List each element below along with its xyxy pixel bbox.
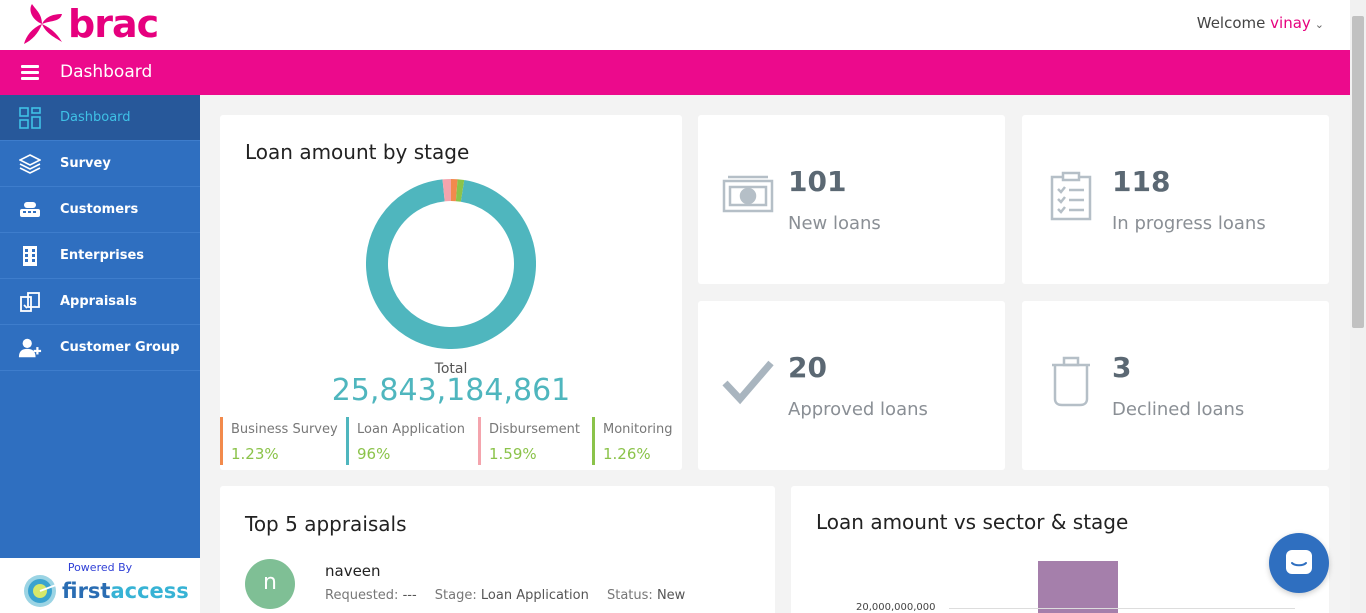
stat-card-new-loans[interactable]: 101 New loans (698, 115, 1005, 284)
stat-number: 3 (1112, 351, 1132, 384)
trash-icon (1050, 355, 1092, 411)
requested-label: Requested: (325, 588, 399, 603)
chat-icon (1286, 550, 1312, 574)
page-title: Dashboard (60, 62, 153, 82)
sidebar: Dashboard Survey Customers Enterprises A… (0, 95, 200, 558)
legend-value: 1.23% (231, 445, 279, 463)
user-menu[interactable]: Welcome vinay ⌄ (1197, 14, 1324, 32)
legend-business-survey: Business Survey 1.23% (220, 417, 338, 465)
stat-number: 20 (788, 351, 827, 384)
page-scrollbar[interactable] (1350, 0, 1366, 613)
appraisals-icon (18, 290, 42, 314)
customers-icon (18, 198, 42, 222)
stat-number: 101 (788, 165, 847, 198)
grid-icon (18, 106, 42, 130)
wordmark-first: first (62, 579, 111, 603)
chart-bar[interactable] (1038, 561, 1118, 613)
pinwheel-icon (24, 4, 62, 44)
welcome-text: Welcome (1196, 14, 1266, 32)
total-value: 25,843,184,861 (331, 373, 571, 408)
legend-name: Disbursement (489, 422, 580, 437)
sidebar-item-label: Survey (60, 156, 111, 171)
username: vinay (1270, 14, 1311, 32)
sidebar-item-label: Enterprises (60, 248, 145, 263)
donut-slice-loan-application[interactable] (366, 179, 536, 349)
legend-loan-application: Loan Application 96% (346, 417, 465, 465)
powered-by: Powered By firstaccess (0, 558, 200, 613)
page-header: Dashboard (0, 50, 1350, 95)
status-value: New (656, 588, 686, 603)
loan-by-stage-card: Loan amount by stage Total 25,843,184,86… (220, 115, 682, 470)
clipboard-icon (1050, 171, 1092, 225)
top-bar: brac Welcome vinay ⌄ (0, 0, 1350, 50)
stat-card-declined-loans[interactable]: 3 Declined loans (1022, 301, 1329, 470)
scrollbar-thumb[interactable] (1352, 16, 1364, 328)
legend-value: 1.59% (489, 445, 537, 463)
stat-label: In progress loans (1112, 213, 1266, 234)
stat-label: New loans (788, 213, 881, 234)
legend-value: 1.26% (603, 445, 651, 463)
chevron-down-icon: ⌄ (1314, 18, 1324, 31)
legend-value: 96% (357, 445, 391, 463)
sidebar-item-dashboard[interactable]: Dashboard (0, 95, 200, 141)
sidebar-item-label: Dashboard (60, 110, 131, 125)
stat-label: Declined loans (1112, 399, 1245, 420)
stage-donut-chart (366, 179, 536, 349)
stage-label: Stage: (434, 588, 477, 603)
legend-name: Monitoring (603, 422, 673, 437)
checkmark-icon (722, 357, 774, 409)
requested-value: --- (402, 588, 417, 603)
appraisal-meta: Requested: --- Stage: Loan Application S… (325, 588, 699, 603)
sidebar-item-enterprises[interactable]: Enterprises (0, 233, 200, 279)
gridline (949, 608, 1295, 609)
sidebar-item-label: Customers (60, 202, 139, 217)
legend-disbursement: Disbursement 1.59% (478, 417, 580, 465)
legend-monitoring: Monitoring 1.26% (592, 417, 673, 465)
status-label: Status: (606, 588, 653, 603)
y-tick-label: 20,000,000,000 (856, 602, 936, 613)
group-icon (18, 336, 42, 360)
stat-label: Approved loans (788, 399, 928, 420)
appraisal-name[interactable]: naveen (325, 562, 381, 580)
card-title: Top 5 appraisals (245, 512, 407, 536)
sidebar-item-appraisals[interactable]: Appraisals (0, 279, 200, 325)
legend-name: Loan Application (357, 422, 465, 437)
card-title: Loan amount by stage (245, 140, 470, 164)
top-appraisals-card: Top 5 appraisals n naveen Requested: ---… (220, 486, 775, 613)
stat-card-in-progress-loans[interactable]: 118 In progress loans (1022, 115, 1329, 284)
building-icon (18, 244, 42, 268)
stat-number: 118 (1112, 165, 1171, 198)
donut-slice-monitoring[interactable] (455, 179, 465, 202)
sector-stage-card: Loan amount vs sector & stage 20,000,000… (791, 486, 1329, 613)
firstaccess-wordmark: firstaccess (62, 579, 189, 603)
sidebar-item-customers[interactable]: Customers (0, 187, 200, 233)
legend-name: Business Survey (231, 422, 338, 437)
firstaccess-logo-icon (24, 575, 57, 607)
brac-logo[interactable]: brac (22, 2, 159, 46)
sidebar-item-survey[interactable]: Survey (0, 141, 200, 187)
stage-value: Loan Application (480, 588, 589, 603)
sidebar-item-label: Appraisals (60, 294, 138, 309)
sidebar-item-customer-group[interactable]: Customer Group (0, 325, 200, 371)
menu-toggle-icon[interactable] (21, 65, 39, 80)
sidebar-item-label: Customer Group (60, 340, 180, 355)
firstaccess-logo[interactable]: firstaccess (22, 573, 189, 609)
card-title: Loan amount vs sector & stage (816, 510, 1129, 534)
avatar[interactable]: n (245, 559, 295, 609)
wordmark-access: access (110, 579, 189, 603)
chat-button[interactable] (1269, 533, 1329, 593)
cash-icon (722, 173, 774, 219)
layers-icon (18, 152, 42, 176)
logo-text: brac (68, 2, 159, 46)
stat-card-approved-loans[interactable]: 20 Approved loans (698, 301, 1005, 470)
